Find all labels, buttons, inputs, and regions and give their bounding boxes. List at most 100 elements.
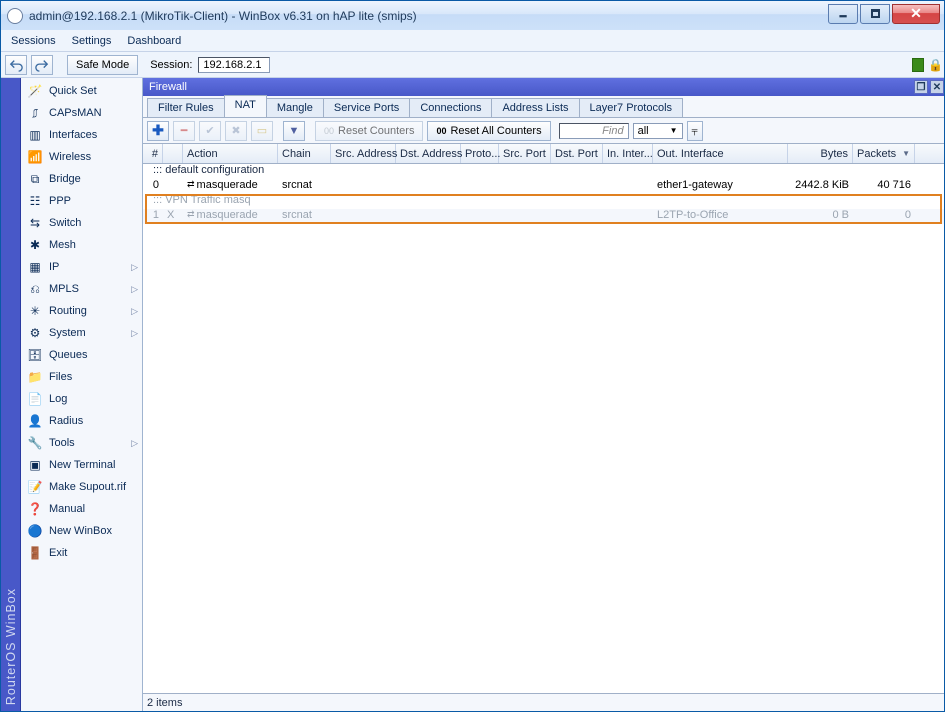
sidebar-item-log[interactable]: 📄Log xyxy=(21,388,142,410)
sidebar-item-exit[interactable]: 🚪 Exit xyxy=(21,542,142,564)
sidebar-item-radius[interactable]: 👤 Radius xyxy=(21,410,142,432)
sidebar-item-tools[interactable]: 🔧Tools▷ xyxy=(21,432,142,454)
sidebar-item-label: Radius xyxy=(49,415,83,427)
sidebar-item-ip[interactable]: ▦IP▷ xyxy=(21,256,142,278)
sidebar-item-label: Exit xyxy=(49,547,67,559)
sidebar-item-wireless[interactable]: 📶Wireless xyxy=(21,146,142,168)
tab-layer7-protocols[interactable]: Layer7 Protocols xyxy=(579,98,684,117)
sidebar-item-make-supout-rif[interactable]: 📝Make Supout.rif xyxy=(21,476,142,498)
tab-nat[interactable]: NAT xyxy=(224,95,267,117)
column-protocol[interactable]: Proto... xyxy=(461,144,499,163)
sidebar-icon: ▦ xyxy=(27,259,43,275)
sidebar-item-ppp[interactable]: ☷PPP xyxy=(21,190,142,212)
column-src-port[interactable]: Src. Port xyxy=(499,144,551,163)
add-button[interactable]: ✚ xyxy=(147,121,169,141)
sidebar-item-quick-set[interactable]: 🪄 Quick Set xyxy=(21,80,142,102)
maximize-button[interactable] xyxy=(860,4,890,24)
enable-button[interactable]: ✔ xyxy=(199,121,221,141)
chevron-right-icon: ▷ xyxy=(131,284,138,295)
panel-restore-button[interactable]: ❐ xyxy=(914,80,928,94)
sidebar-item-switch[interactable]: ⇆ Switch xyxy=(21,212,142,234)
sidebar-item-label: Quick Set xyxy=(49,85,97,97)
sidebar-item-new-terminal[interactable]: ▣New Terminal xyxy=(21,454,142,476)
grid-toolbar: ✚ ━ ✔ ✖ ▭ ▼ 00Reset Counters 00Reset All… xyxy=(143,118,944,144)
sidebar-item-mpls[interactable]: ⎌MPLS▷ xyxy=(21,278,142,300)
sidebar-item-label: New Terminal xyxy=(49,459,115,471)
column-number[interactable]: # xyxy=(143,144,163,163)
column-bytes[interactable]: Bytes xyxy=(788,144,853,163)
sidebar-item-label: Mesh xyxy=(49,239,76,251)
sidebar-icon: ⇆ xyxy=(27,215,43,231)
sidebar-item-manual[interactable]: ❓Manual xyxy=(21,498,142,520)
sidebar-icon: 📄 xyxy=(27,391,43,407)
sidebar-icon: 🪄 xyxy=(27,83,43,99)
tab-connections[interactable]: Connections xyxy=(409,98,492,117)
menu-sessions[interactable]: Sessions xyxy=(11,35,56,47)
comment-button[interactable]: ▭ xyxy=(251,121,273,141)
tab-service-ports[interactable]: Service Ports xyxy=(323,98,410,117)
sidebar-item-label: System xyxy=(49,327,86,339)
safe-mode-button[interactable]: Safe Mode xyxy=(67,55,138,75)
menu-settings[interactable]: Settings xyxy=(72,35,112,47)
column-out-interface[interactable]: Out. Interface xyxy=(653,144,788,163)
tab-mangle[interactable]: Mangle xyxy=(266,98,324,117)
column-flag[interactable] xyxy=(163,144,183,163)
sidebar-item-label: Wireless xyxy=(49,151,91,163)
sidebar-item-bridge[interactable]: ⧉Bridge xyxy=(21,168,142,190)
close-button[interactable]: ✕ xyxy=(892,4,940,24)
tab-filter-rules[interactable]: Filter Rules xyxy=(147,98,225,117)
grid-body[interactable]: ::: default configuration0⇄masqueradesrc… xyxy=(143,164,944,693)
filter-dropdown-button[interactable]: ╤ xyxy=(687,121,703,141)
sidebar-item-label: Files xyxy=(49,371,72,383)
column-src-address[interactable]: Src. Address xyxy=(331,144,396,163)
sidebar-item-new-winbox[interactable]: 🔵New WinBox xyxy=(21,520,142,542)
find-input[interactable]: Find xyxy=(559,123,629,139)
titlebar: admin@192.168.2.1 (MikroTik-Client) - Wi… xyxy=(1,1,944,30)
chevron-right-icon: ▷ xyxy=(131,438,138,449)
reset-all-counters-button[interactable]: 00Reset All Counters xyxy=(427,121,550,141)
lock-icon: 🔒 xyxy=(928,58,940,72)
sidebar-item-routing[interactable]: ✳Routing▷ xyxy=(21,300,142,322)
column-in-interface[interactable]: In. Inter... xyxy=(603,144,653,163)
sidebar-item-interfaces[interactable]: ▥Interfaces xyxy=(21,124,142,146)
sidebar-icon: ⧉ xyxy=(27,171,43,187)
sidebar-icon: 🔵 xyxy=(27,523,43,539)
sidebar-icon: 👤 xyxy=(27,413,43,429)
sidebar-icon: ✱ xyxy=(27,237,43,253)
column-dst-port[interactable]: Dst. Port xyxy=(551,144,603,163)
menu-dashboard[interactable]: Dashboard xyxy=(127,35,181,47)
sidebar-item-label: Switch xyxy=(49,217,81,229)
sidebar-icon: ▥ xyxy=(27,127,43,143)
filter-scope-dropdown[interactable]: all▼ xyxy=(633,123,683,139)
filter-button[interactable]: ▼ xyxy=(283,121,305,141)
sidebar-item-mesh[interactable]: ✱ Mesh xyxy=(21,234,142,256)
session-field[interactable]: 192.168.2.1 xyxy=(198,57,270,73)
sidebar[interactable]: 🪄 Quick Set ⎎CAPsMAN▥Interfaces📶Wireless⧉B… xyxy=(21,78,143,711)
panel-title: Firewall xyxy=(149,81,187,93)
panel-close-button[interactable]: ✕ xyxy=(930,80,944,94)
remove-button[interactable]: ━ xyxy=(173,121,195,141)
menubar: Sessions Settings Dashboard xyxy=(1,30,944,52)
sidebar-item-queues[interactable]: 🗄Queues xyxy=(21,344,142,366)
sidebar-item-files[interactable]: 📁Files xyxy=(21,366,142,388)
column-action[interactable]: Action xyxy=(183,144,278,163)
sidebar-item-capsman[interactable]: ⎎CAPsMAN xyxy=(21,102,142,124)
minimize-button[interactable]: ━ xyxy=(828,4,858,24)
undo-button[interactable] xyxy=(5,55,27,75)
column-chain[interactable]: Chain xyxy=(278,144,331,163)
sidebar-icon: 🚪 xyxy=(27,545,43,561)
redo-button[interactable] xyxy=(31,55,53,75)
column-packets[interactable]: Packets▼ xyxy=(853,144,915,163)
reset-counters-button[interactable]: 00Reset Counters xyxy=(315,121,423,141)
connection-indicator-icon xyxy=(912,58,924,72)
grid-rule-row[interactable]: 1X⇄masqueradesrcnatL2TP-to-Office0 B0 xyxy=(143,209,944,224)
grid-comment-row[interactable]: ::: VPN Traffic masq xyxy=(143,194,944,209)
sidebar-item-label: MPLS xyxy=(49,283,79,295)
grid-comment-row[interactable]: ::: default configuration xyxy=(143,164,944,179)
tab-address-lists[interactable]: Address Lists xyxy=(491,98,579,117)
sidebar-item-system[interactable]: ⚙System▷ xyxy=(21,322,142,344)
sidebar-icon: ☷ xyxy=(27,193,43,209)
disable-button[interactable]: ✖ xyxy=(225,121,247,141)
column-dst-address[interactable]: Dst. Address xyxy=(396,144,461,163)
grid-rule-row[interactable]: 0⇄masqueradesrcnatether1-gateway2442.8 K… xyxy=(143,179,944,194)
